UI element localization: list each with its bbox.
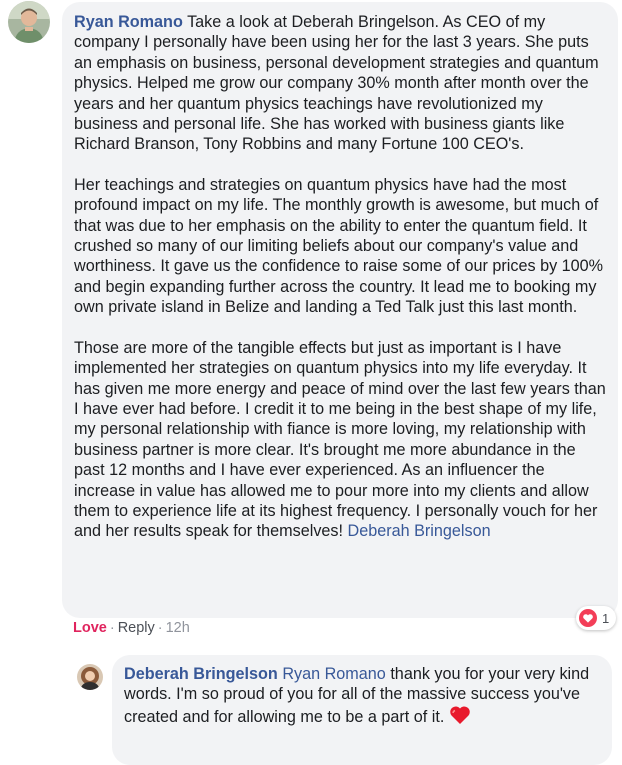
reply-bubble: Deberah Bringelson Ryan Romano thank you…	[112, 655, 612, 765]
comment-paragraph: Ryan Romano Take a look at Deberah Bring…	[74, 12, 606, 155]
heart-reaction-icon	[579, 609, 597, 627]
comment-paragraph: Those are more of the tangible effects b…	[74, 338, 606, 542]
comment-actions: Love · Reply · 12h	[73, 620, 190, 636]
reply-button[interactable]: Reply	[118, 620, 155, 636]
red-heart-icon	[450, 706, 470, 724]
reaction-count-button[interactable]: 1	[576, 606, 617, 630]
tagged-user-link[interactable]: Deberah Bringelson	[348, 522, 491, 540]
reply-author-link[interactable]: Deberah Bringelson	[124, 665, 278, 683]
reaction-count: 1	[602, 610, 610, 626]
avatar[interactable]	[77, 664, 103, 690]
comment-text: Her teachings and strategies on quantum …	[74, 175, 604, 317]
avatar[interactable]	[8, 1, 50, 43]
timestamp-link[interactable]: 12h	[166, 620, 190, 636]
comment-text: Take a look at Deberah Bringelson. As CE…	[74, 13, 599, 154]
avatar-photo-icon	[77, 664, 103, 690]
separator-dot: ·	[109, 620, 115, 636]
mentioned-user-link[interactable]: Ryan Romano	[282, 665, 385, 683]
comment-text: Those are more of the tangible effects b…	[74, 338, 606, 541]
comment-bubble: Ryan Romano Take a look at Deberah Bring…	[62, 2, 618, 618]
comment-author-link[interactable]: Ryan Romano	[74, 13, 183, 31]
avatar-photo-icon	[8, 1, 50, 43]
love-button[interactable]: Love	[73, 620, 107, 636]
separator-dot: ·	[157, 620, 163, 636]
